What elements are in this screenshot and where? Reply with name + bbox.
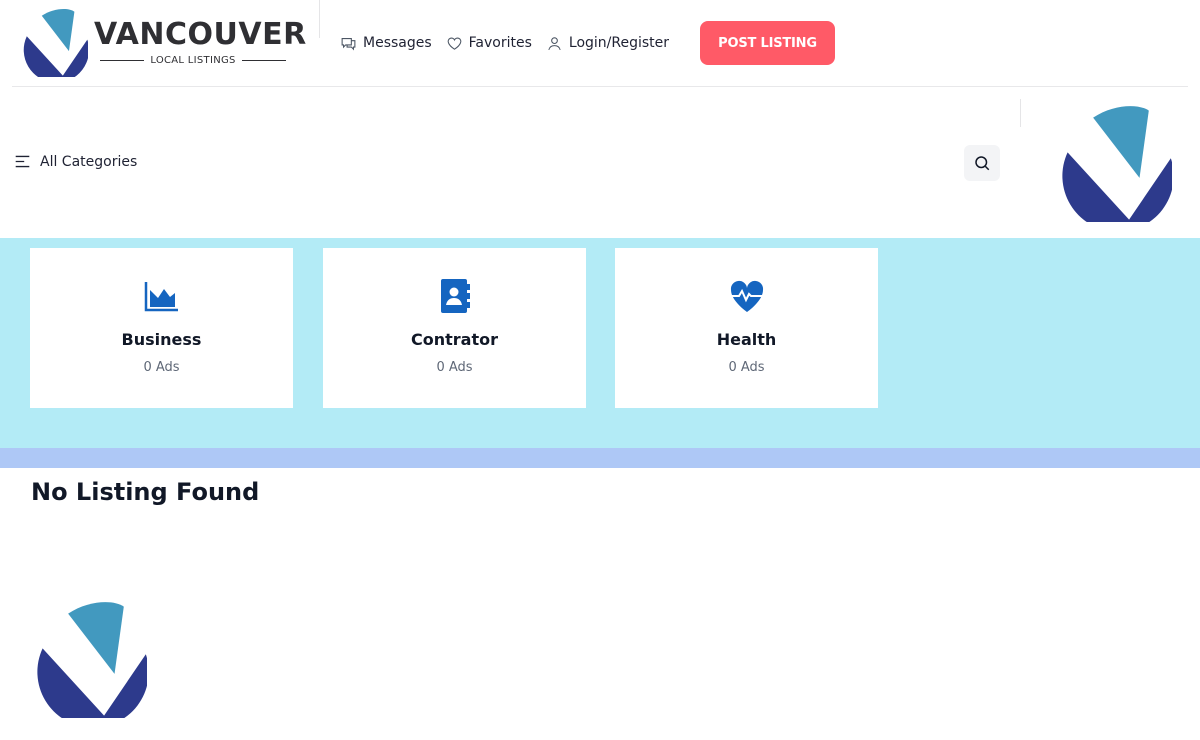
contact-book-icon <box>440 279 470 313</box>
category-bar: All Categories <box>0 87 1200 238</box>
user-icon <box>548 36 561 50</box>
nav-login-register[interactable]: Login/Register <box>546 35 669 52</box>
logo-tagline-text: LOCAL LISTINGS <box>150 54 236 66</box>
categories-section: Business 0 Ads Contrator 0 Ads Health 0 … <box>0 238 1200 448</box>
all-categories-label: All Categories <box>40 153 138 170</box>
search-button[interactable] <box>964 145 1000 181</box>
nav-favorites[interactable]: Favorites <box>446 35 532 52</box>
nav-messages[interactable]: Messages <box>340 35 432 52</box>
logo-mark-icon <box>20 9 88 77</box>
site-header: VANCOUVER LOCAL LISTINGS Messages Favori… <box>0 0 1200 87</box>
category-name: Contrator <box>411 330 498 349</box>
category-name: Business <box>121 330 202 349</box>
logo-tagline: LOCAL LISTINGS <box>100 53 286 67</box>
search-icon <box>975 156 990 171</box>
post-listing-button[interactable]: POST LISTING <box>700 21 835 65</box>
logo-wordmark: VANCOUVER <box>94 17 307 52</box>
site-logo[interactable]: VANCOUVER LOCAL LISTINGS <box>20 9 306 77</box>
category-count: 0 Ads <box>143 360 180 375</box>
footer-logo-icon <box>31 602 147 718</box>
category-card-contrator[interactable]: Contrator 0 Ads <box>323 248 586 408</box>
all-categories-toggle[interactable]: All Categories <box>14 153 137 170</box>
message-icon <box>341 37 356 50</box>
category-count: 0 Ads <box>436 360 473 375</box>
nav-login-label: Login/Register <box>568 35 670 51</box>
heart-pulse-icon <box>730 280 763 312</box>
heart-icon <box>447 37 462 50</box>
category-count: 0 Ads <box>728 360 765 375</box>
menu-icon <box>15 155 30 168</box>
nav-messages-label: Messages <box>363 35 432 51</box>
header-divider <box>319 0 320 38</box>
category-card-business[interactable]: Business 0 Ads <box>30 248 293 408</box>
nav-favorites-label: Favorites <box>468 35 532 51</box>
category-name: Health <box>716 330 777 349</box>
subbar-divider <box>1020 99 1021 127</box>
section-divider-strip <box>0 448 1200 468</box>
area-chart-icon <box>144 282 178 312</box>
header-nav: Messages Favorites Login/Register <box>340 21 683 65</box>
user-avatar[interactable] <box>1056 106 1172 222</box>
category-card-health[interactable]: Health 0 Ads <box>615 248 878 408</box>
empty-listings-message: No Listing Found <box>31 478 260 506</box>
